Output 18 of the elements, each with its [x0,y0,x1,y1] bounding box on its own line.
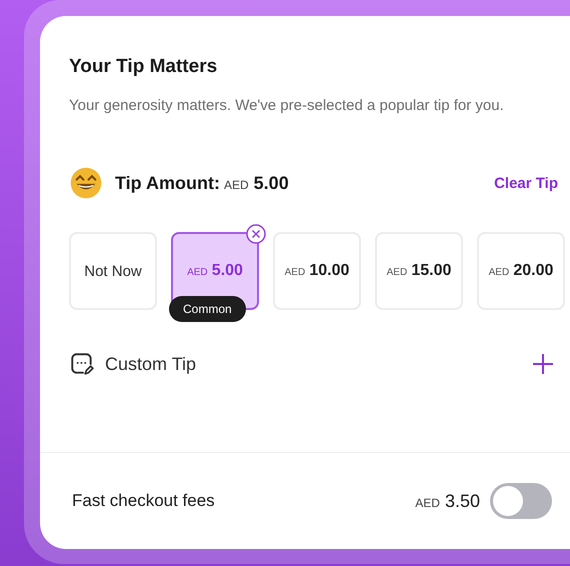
tip-amount-label: Tip Amount: [115,172,220,194]
smiling-face-icon [69,166,103,200]
toggle-switch[interactable] [490,483,552,519]
custom-tip-label: Custom Tip [105,354,196,374]
clear-tip-link[interactable]: Clear Tip [494,174,558,192]
tip-option[interactable]: AED 15.00 [375,232,463,310]
card-title: Your Tip Matters [69,56,218,78]
close-icon[interactable] [246,224,266,244]
common-tag-tooltip: Common [169,296,246,322]
tip-option[interactable]: AED 20.00 [477,232,565,310]
tip-option[interactable]: AED 10.00 [273,232,361,310]
description-text: Your generosity matters. We've pre-selected a popular tip for you. [69,96,505,116]
message-edit-icon [69,351,95,377]
tip-option[interactable]: Not Now [69,232,157,310]
fast-checkout-label: Fast checkout fees [72,491,215,511]
plus-icon[interactable] [532,353,554,375]
tip-amount-value: AED 5.00 [224,172,289,194]
fee-amount: AED 3.50 [415,490,480,512]
